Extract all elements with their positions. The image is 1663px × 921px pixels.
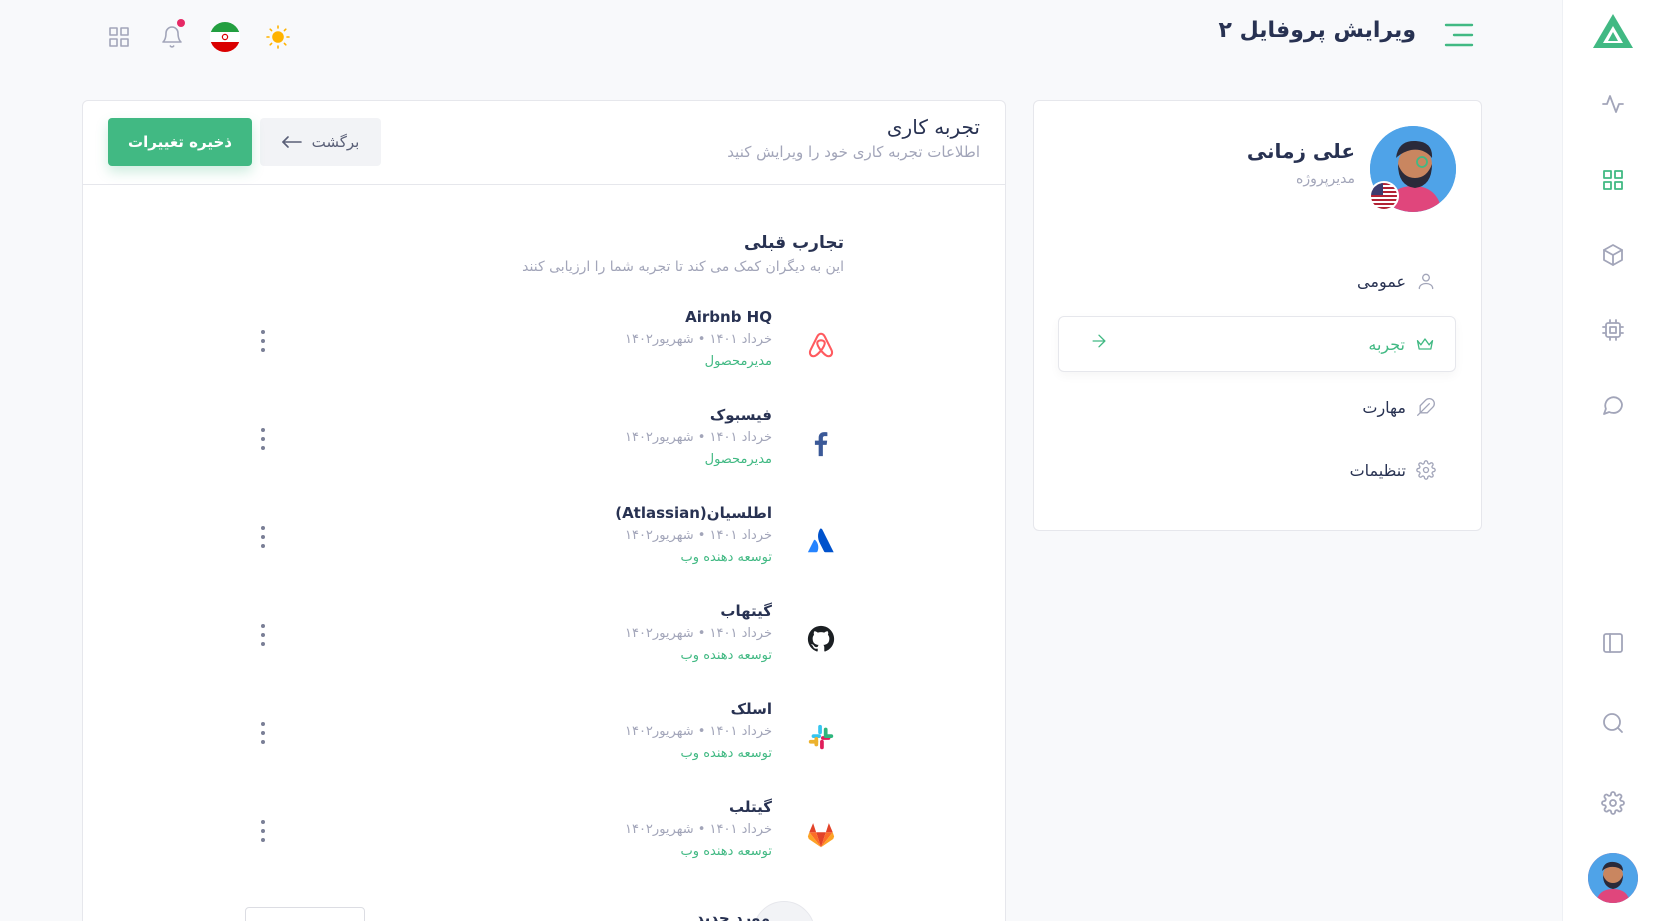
job-title: توسعه دهنده وب <box>680 550 772 565</box>
list-item: گیتهاب خرداد ۱۴۰۱ • شهریور۱۴۰۲ توسعه دهن… <box>83 602 1007 692</box>
dashboard-grid-icon[interactable] <box>1601 168 1625 192</box>
company-name: فیسبوک <box>709 406 772 424</box>
card-title: تجربه کاری <box>886 115 980 139</box>
list-item: اطلسیان(Atlassian) خرداد ۱۴۰۱ • شهریور۱۴… <box>83 504 1007 594</box>
list-item: گیتلب خرداد ۱۴۰۱ • شهریور۱۴۰۲ توسعه دهند… <box>83 798 1007 888</box>
company-name: گیتلب <box>729 798 772 816</box>
facebook-icon <box>806 426 836 460</box>
job-title: توسعه دهنده وب <box>680 648 772 663</box>
company-name: اسلک <box>730 700 772 718</box>
side-rail <box>1562 0 1663 921</box>
profile-role: مدیرپروژه <box>1296 171 1355 187</box>
profile-card: علی زمانی مدیرپروژه عمومی تجربه مهارت تن… <box>1033 100 1482 531</box>
experience-dates: خرداد ۱۴۰۱ • شهریور۱۴۰۲ <box>624 430 772 445</box>
list-item: Airbnb HQ خرداد ۱۴۰۱ • شهریور۱۴۰۲ مدیرمح… <box>83 308 1007 398</box>
profile-name: علی زمانی <box>1246 139 1355 163</box>
arrow-right-icon <box>1089 331 1109 355</box>
github-icon <box>806 622 836 656</box>
card-header: تجربه کاری اطلاعات تجربه کاری خود را ویر… <box>83 101 1005 185</box>
profile-menu-skills[interactable]: مهارت <box>1058 379 1456 435</box>
theme-toggle[interactable] <box>251 18 304 56</box>
new-item-label: مورد جدید <box>695 909 770 921</box>
card-subtitle: اطلاعات تجربه کاری خود را ویرایش کنید <box>727 143 980 161</box>
gitlab-icon <box>806 818 836 852</box>
logo-icon[interactable] <box>1591 12 1635 50</box>
layout-icon[interactable] <box>1601 631 1625 655</box>
job-title: توسعه دهنده وب <box>680 844 772 859</box>
experience-dates: خرداد ۱۴۰۱ • شهریور۱۴۰۲ <box>624 724 772 739</box>
slack-icon <box>806 720 836 754</box>
iran-flag-icon <box>209 22 240 52</box>
job-title: مدیرمحصول <box>704 354 772 369</box>
experience-dates: خرداد ۱۴۰۱ • شهریور۱۴۰۲ <box>624 822 772 837</box>
activity-icon[interactable] <box>1601 92 1625 116</box>
experience-card: تجربه کاری اطلاعات تجربه کاری خود را ویر… <box>82 100 1006 921</box>
more-options-icon[interactable] <box>253 424 273 454</box>
job-title: توسعه دهنده وب <box>680 746 772 761</box>
more-options-icon[interactable] <box>253 718 273 748</box>
profile-menu-label: مهارت <box>1362 397 1406 417</box>
profile-menu-settings[interactable]: تنظیمات <box>1058 442 1456 498</box>
page-title: ویرایش پروفایل ۲ <box>1218 18 1416 43</box>
save-button[interactable]: ذخیره تغییرات <box>108 118 252 166</box>
language-switcher[interactable] <box>198 18 251 56</box>
more-options-icon[interactable] <box>253 326 273 356</box>
company-name: گیتهاب <box>720 602 772 620</box>
company-name: اطلسیان(Atlassian) <box>615 504 772 522</box>
list-item: فیسبوک خرداد ۱۴۰۱ • شهریور۱۴۰۲ مدیرمحصول <box>83 406 1007 496</box>
experience-dates: خرداد ۱۴۰۱ • شهریور۱۴۰۲ <box>624 332 772 347</box>
profile-menu-general[interactable]: عمومی <box>1058 253 1456 309</box>
box-icon[interactable] <box>1601 243 1625 267</box>
list-item: اسلک خرداد ۱۴۰۱ • شهریور۱۴۰۲ توسعه دهنده… <box>83 700 1007 790</box>
search-icon[interactable] <box>1601 711 1625 735</box>
profile-menu-label: عمومی <box>1357 271 1406 291</box>
atlassian-icon <box>806 524 836 558</box>
more-options-icon[interactable] <box>253 816 273 846</box>
settings-icon <box>1416 460 1436 480</box>
apps-grid-icon[interactable] <box>92 18 145 56</box>
menu-toggle-icon[interactable] <box>1444 22 1474 48</box>
notification-dot <box>177 19 185 27</box>
add-new-button[interactable] <box>245 907 365 921</box>
feather-icon <box>1417 397 1435 416</box>
more-options-icon[interactable] <box>253 522 273 552</box>
profile-menu-label: تجربه <box>1368 334 1405 354</box>
experience-dates: خرداد ۱۴۰۱ • شهریور۱۴۰۲ <box>624 528 772 543</box>
section-title: تجارب قبلی <box>743 233 844 253</box>
bell-icon <box>161 26 182 48</box>
back-button-label: برگشت <box>311 133 360 151</box>
topbar-tools <box>92 18 304 56</box>
experience-dates: خرداد ۱۴۰۱ • شهریور۱۴۰۲ <box>624 626 772 641</box>
more-options-icon[interactable] <box>253 620 273 650</box>
settings-icon[interactable] <box>1601 791 1625 815</box>
airbnb-icon <box>806 328 836 362</box>
user-avatar[interactable] <box>1588 853 1638 903</box>
user-icon <box>1418 273 1434 290</box>
crown-icon <box>1416 338 1434 350</box>
back-button[interactable]: برگشت <box>260 118 381 166</box>
section-subtitle: این به دیگران کمک می کند تا تجربه شما را… <box>522 259 844 275</box>
profile-menu-label: تنظیمات <box>1349 460 1406 480</box>
cpu-icon[interactable] <box>1601 318 1625 342</box>
us-flag-icon <box>1369 181 1399 211</box>
chat-icon[interactable] <box>1601 393 1625 417</box>
sun-icon <box>265 25 290 49</box>
arrow-left-icon <box>281 136 302 148</box>
notifications-button[interactable] <box>145 18 198 56</box>
profile-menu-experience[interactable]: تجربه <box>1058 316 1456 372</box>
company-name: Airbnb HQ <box>685 308 772 326</box>
job-title: مدیرمحصول <box>704 452 772 467</box>
